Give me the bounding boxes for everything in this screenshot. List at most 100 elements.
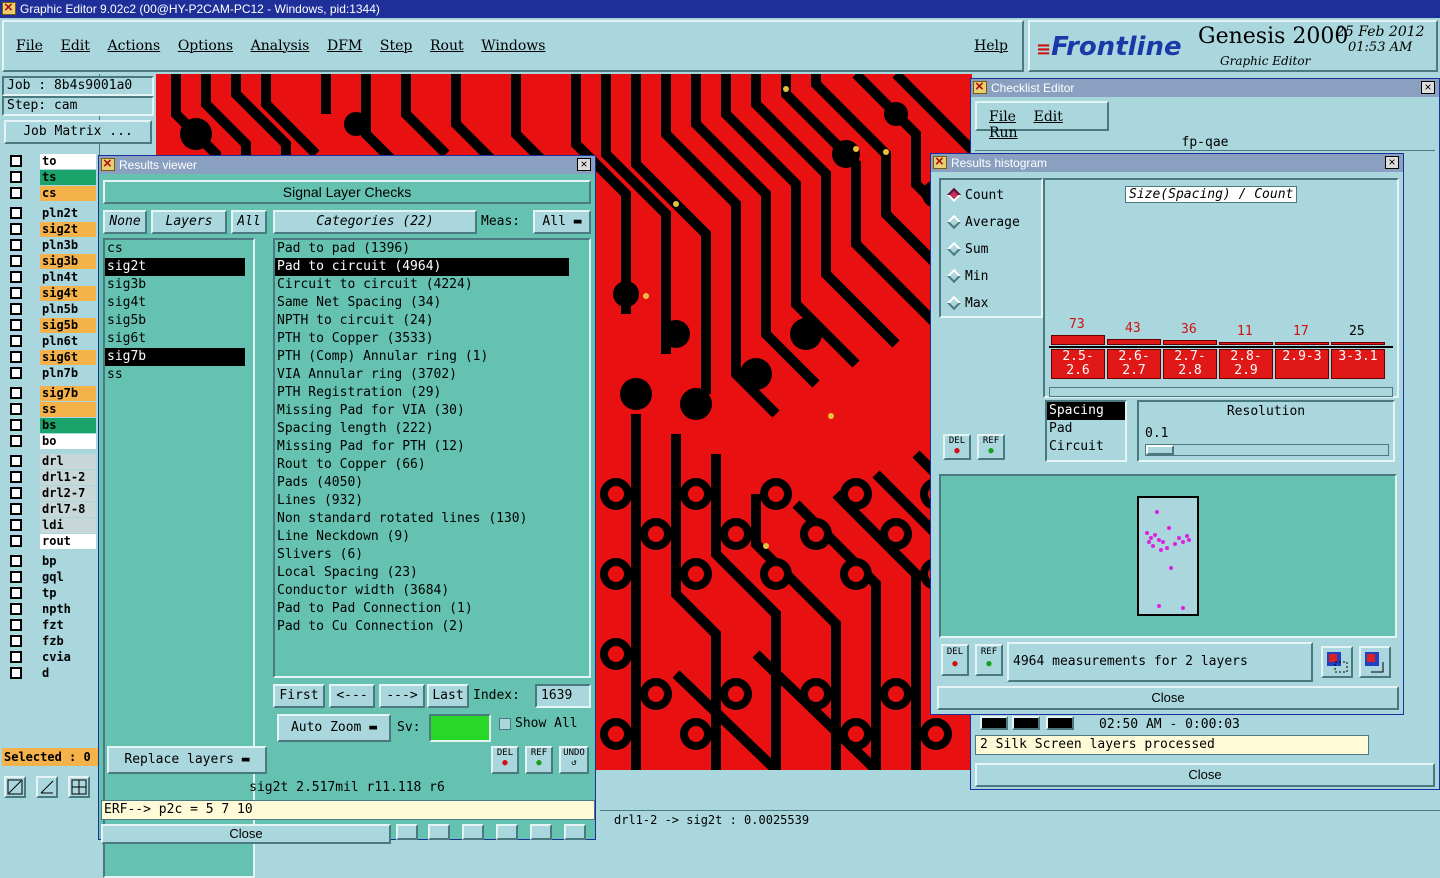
close-icon[interactable]: × [1421, 81, 1435, 94]
bin-label[interactable]: 2.8-2.9 [1219, 349, 1273, 379]
category-list[interactable]: Pad to pad (1396) Pad to circuit (4964) Ci… [273, 238, 591, 678]
histogram-bar[interactable] [1107, 339, 1161, 345]
layer-checkbox[interactable] [10, 187, 22, 199]
result-layer-item[interactable]: sig2t [105, 258, 245, 276]
histogram-scrollbar[interactable] [1049, 387, 1393, 397]
hist-ref-button[interactable]: REF ● [977, 434, 1005, 460]
layer-checkbox[interactable] [10, 487, 22, 499]
mode-radio[interactable]: Count [941, 182, 1041, 209]
mode-radio[interactable]: Max [941, 290, 1041, 317]
layer-row[interactable]: ldi [6, 518, 96, 533]
layer-row[interactable]: sig7b [6, 386, 96, 401]
layer-checkbox[interactable] [10, 667, 22, 679]
hist-del-button[interactable]: DEL ● [943, 434, 971, 460]
layer-row[interactable]: gql [6, 570, 96, 585]
category-item[interactable]: Line Neckdown (9) [275, 528, 589, 546]
layer-checkbox[interactable] [10, 319, 22, 331]
step-all-icon[interactable] [1012, 716, 1040, 730]
layer-checkbox[interactable] [10, 555, 22, 567]
bin-label[interactable]: 3-3.1 [1331, 349, 1385, 379]
layer-row[interactable]: cvia [6, 650, 96, 665]
bin-label[interactable]: 2.5-2.6 [1051, 349, 1105, 379]
snap-grid-icon[interactable] [68, 776, 90, 798]
mode-radio[interactable]: Average [941, 209, 1041, 236]
layer-row[interactable]: fzt [6, 618, 96, 633]
first-button[interactable]: First [273, 684, 325, 708]
attribute-item[interactable]: Circuit [1047, 438, 1125, 456]
layer-checkbox[interactable] [10, 535, 22, 547]
layer-checkbox[interactable] [10, 351, 22, 363]
layer-row[interactable]: d [6, 666, 96, 681]
layer-checkbox[interactable] [10, 419, 22, 431]
category-item[interactable]: Missing Pad for VIA (30) [275, 402, 589, 420]
layer-row[interactable]: pln7b [6, 366, 96, 381]
checklist-close-button[interactable]: Close [975, 763, 1435, 787]
bin-label[interactable]: 2.9-3 [1275, 349, 1329, 379]
categories-button[interactable]: Categories (22) [273, 210, 477, 234]
category-item[interactable]: Non standard rotated lines (130) [275, 510, 589, 528]
layer-row[interactable]: sig5b [6, 318, 96, 333]
result-layer-item[interactable]: sig3b [105, 276, 245, 294]
layer-checkbox[interactable] [10, 455, 22, 467]
menu-step[interactable]: Step [380, 38, 412, 54]
del-button[interactable]: DEL ● [491, 746, 519, 774]
category-item[interactable]: PTH Registration (29) [275, 384, 589, 402]
menu-edit[interactable]: Edit [61, 38, 90, 54]
category-item[interactable]: PTH (Comp) Annular ring (1) [275, 348, 589, 366]
category-item[interactable]: Spacing length (222) [275, 420, 589, 438]
layers-button[interactable]: Layers [151, 210, 227, 234]
last-button[interactable]: Last [427, 684, 469, 708]
layer-checkbox[interactable] [10, 155, 22, 167]
layer-checkbox[interactable] [10, 239, 22, 251]
category-item[interactable]: Same Net Spacing (34) [275, 294, 589, 312]
result-layer-item[interactable]: cs [105, 240, 245, 258]
layer-row[interactable]: pln5b [6, 302, 96, 317]
ref-button[interactable]: REF ● [525, 746, 553, 774]
index-field[interactable]: 1639 [535, 684, 591, 708]
attribute-item[interactable]: Spacing [1047, 402, 1125, 420]
category-item[interactable]: PTH to Copper (3533) [275, 330, 589, 348]
sv-color-dropdown[interactable] [429, 714, 491, 742]
layer-checkbox[interactable] [10, 603, 22, 615]
layer-row[interactable]: rout [6, 534, 96, 549]
next-button[interactable]: ---> [379, 684, 425, 708]
zoom-selection-icon[interactable] [1321, 646, 1353, 678]
auto-zoom-dropdown[interactable]: Auto Zoom ▬ [277, 714, 391, 742]
category-item[interactable]: Slivers (6) [275, 546, 589, 564]
layer-checkbox[interactable] [10, 207, 22, 219]
layer-row[interactable]: npth [6, 602, 96, 617]
report-icon[interactable] [530, 824, 552, 840]
layer-row[interactable]: drl2-7 [6, 486, 96, 501]
layer-checkbox[interactable] [10, 471, 22, 483]
menu-actions[interactable]: Actions [108, 38, 161, 54]
menu-windows[interactable]: Windows [481, 38, 545, 54]
layer-row[interactable]: ss [6, 402, 96, 417]
histogram-bar[interactable] [1331, 342, 1385, 345]
layer-row[interactable]: ts [6, 170, 96, 185]
results-close-button[interactable]: Close [101, 824, 391, 844]
checklist-menu-edit[interactable]: Edit [1034, 109, 1063, 125]
layer-row[interactable]: sig6t [6, 350, 96, 365]
layer-checkbox[interactable] [10, 519, 22, 531]
prev-button[interactable]: <--- [329, 684, 375, 708]
category-item[interactable]: Lines (932) [275, 492, 589, 510]
scatter-ref-button[interactable]: REF ● [975, 644, 1003, 676]
checklist-menu-file[interactable]: File [989, 109, 1016, 125]
zoom-box-icon[interactable] [4, 776, 26, 798]
category-item[interactable]: Rout to Copper (66) [275, 456, 589, 474]
category-item[interactable]: NPTH to circuit (24) [275, 312, 589, 330]
category-item[interactable]: Missing Pad for PTH (12) [275, 438, 589, 456]
histogram-close-button[interactable]: Close [937, 686, 1399, 710]
layer-checkbox[interactable] [10, 303, 22, 315]
category-item[interactable]: Circuit to circuit (4224) [275, 276, 589, 294]
none-button[interactable]: None [103, 210, 147, 234]
layer-checkbox[interactable] [10, 367, 22, 379]
layer-checkbox[interactable] [10, 387, 22, 399]
meas-dropdown[interactable]: All ▬ [533, 210, 591, 234]
replace-layers-dropdown[interactable]: Replace layers ▬ [107, 746, 267, 774]
menu-dfm[interactable]: DFM [327, 38, 362, 54]
record-icon[interactable] [428, 824, 450, 840]
layer-row[interactable]: bo [6, 434, 96, 449]
category-item[interactable]: Pad to Pad Connection (1) [275, 600, 589, 618]
mode-radio[interactable]: Sum [941, 236, 1041, 263]
